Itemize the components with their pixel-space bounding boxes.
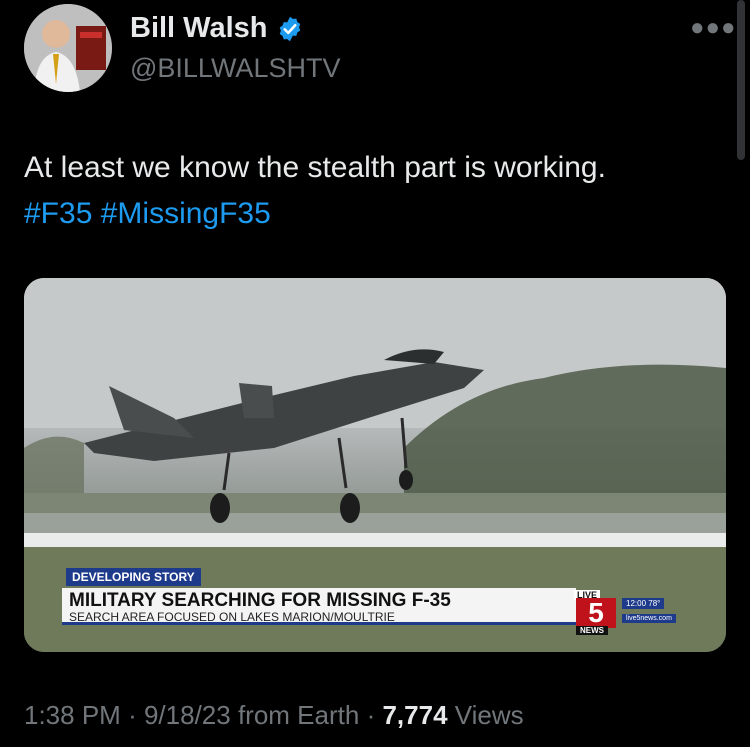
views-count: 7,774 xyxy=(382,700,448,730)
author-row: Bill Walsh xyxy=(130,12,304,45)
views-label: Views xyxy=(454,700,524,730)
avatar[interactable] xyxy=(24,4,112,92)
headline-box: MILITARY SEARCHING FOR MISSING F-35 SEAR… xyxy=(62,588,576,625)
tweet-source: from Earth xyxy=(237,700,360,730)
hashtag-row: #F35 #MissingF35 xyxy=(24,191,724,237)
news-subline: SEARCH AREA FOCUSED ON LAKES MARION/MOUL… xyxy=(69,610,395,624)
tweet-text: At least we know the stealth part is wor… xyxy=(24,145,724,237)
scrollbar[interactable] xyxy=(737,0,745,160)
separator: · xyxy=(366,700,376,730)
author-display-name[interactable]: Bill Walsh xyxy=(130,12,268,45)
tweet-time[interactable]: 1:38 PM xyxy=(24,700,121,730)
verified-badge-icon xyxy=(279,16,300,41)
separator: · xyxy=(128,700,137,730)
time-temp: 12:00 78° xyxy=(622,598,665,609)
more-options-icon[interactable]: ●●● xyxy=(690,14,737,42)
tweet-meta: 1:38 PM · 9/18/23 from Earth · 7,774 Vie… xyxy=(24,700,524,731)
channel-logo: 5 xyxy=(576,598,616,628)
tweet-body: At least we know the stealth part is wor… xyxy=(24,151,606,184)
avatar-image xyxy=(24,4,112,92)
hashtag-link[interactable]: #F35 xyxy=(24,197,92,230)
tweet-date[interactable]: 9/18/23 xyxy=(144,700,231,730)
news-headline: MILITARY SEARCHING FOR MISSING F-35 xyxy=(69,590,451,611)
station-bug: LIVE 5 NEWS 12:00 78° live5news.com xyxy=(574,590,684,636)
tweet-media-image[interactable]: DEVELOPING STORY MILITARY SEARCHING FOR … xyxy=(24,278,726,652)
hashtag-link[interactable]: #MissingF35 xyxy=(101,197,271,230)
station-site: live5news.com xyxy=(622,614,676,623)
news-label: NEWS xyxy=(576,626,608,635)
author-handle[interactable]: @BILLWALSHTV xyxy=(130,53,340,84)
developing-story-tag: DEVELOPING STORY xyxy=(66,568,201,586)
